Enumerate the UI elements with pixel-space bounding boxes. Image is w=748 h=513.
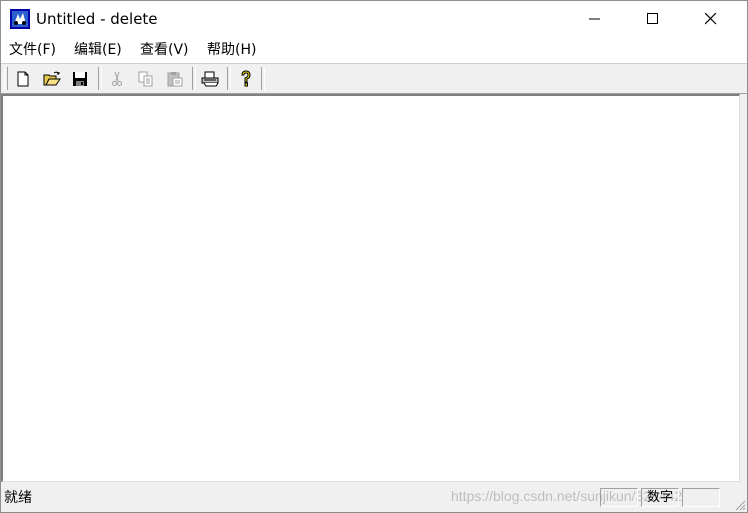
app-window: Untitled - delete 文件(F) 编辑(E) 查看(V) 帮助(H… (0, 0, 748, 513)
status-pane-scroll (682, 488, 720, 507)
menu-help[interactable]: 帮助(H) (207, 41, 256, 59)
save-disk-icon (73, 71, 87, 86)
copy-icon (138, 71, 153, 86)
close-button[interactable] (682, 1, 740, 37)
open-button[interactable] (40, 67, 64, 90)
document-view[interactable] (1, 94, 740, 482)
status-bar: 就绪 https://blog.csdn.net/sunjikun/326442… (1, 483, 747, 512)
mfc-app-icon (10, 9, 30, 29)
minimize-button[interactable] (566, 1, 624, 37)
menu-view[interactable]: 查看(V) (140, 41, 189, 59)
status-message: 就绪 (4, 490, 32, 506)
menu-file[interactable]: 文件(F) (9, 41, 56, 59)
minimize-icon (589, 18, 600, 20)
toolbar-separator (98, 67, 102, 90)
cut-scissors-icon (112, 71, 122, 86)
paste-icon (167, 71, 183, 86)
cut-button[interactable] (105, 67, 129, 90)
toolbar-end-separator (261, 67, 265, 90)
window-title: Untitled - delete (36, 10, 158, 28)
status-pane-caps (600, 488, 638, 507)
save-button[interactable] (68, 67, 92, 90)
maximize-icon (647, 13, 658, 24)
title-bar[interactable]: Untitled - delete (1, 1, 747, 37)
print-icon (201, 71, 219, 86)
toolbar-separator (227, 67, 231, 90)
close-icon (705, 13, 717, 25)
help-button[interactable] (234, 67, 258, 90)
copy-button[interactable] (134, 67, 158, 90)
new-file-icon (17, 71, 29, 86)
toolbar (1, 63, 747, 94)
resize-grip-icon[interactable] (734, 499, 746, 511)
help-question-icon (241, 69, 251, 86)
toolbar-grip[interactable] (4, 67, 8, 90)
new-button[interactable] (11, 67, 35, 90)
paste-button[interactable] (163, 67, 187, 90)
menu-edit[interactable]: 编辑(E) (74, 41, 122, 59)
open-folder-icon (43, 71, 61, 85)
menu-bar: 文件(F) 编辑(E) 查看(V) 帮助(H) (1, 37, 747, 63)
maximize-button[interactable] (624, 1, 682, 37)
print-button[interactable] (198, 67, 222, 90)
status-pane-num: 数字 (641, 488, 679, 507)
toolbar-separator (192, 67, 196, 90)
